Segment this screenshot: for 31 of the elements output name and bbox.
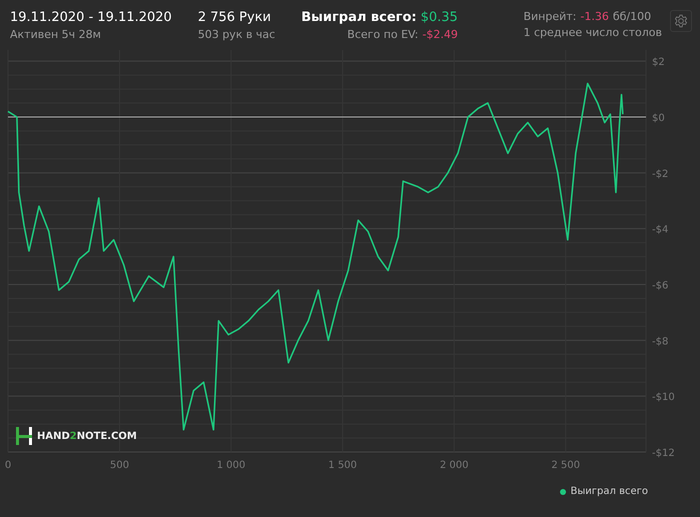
won-value: $0.35 xyxy=(420,10,458,25)
settings-icon xyxy=(674,14,688,28)
won-label: Выиграл всего: xyxy=(301,10,417,25)
average-tables: 1 среднее число столов xyxy=(523,26,662,39)
x-axis-label: 1 000 xyxy=(216,460,246,471)
y-axis-label: $0 xyxy=(652,113,665,124)
x-axis-label: 0 xyxy=(4,460,12,471)
y-axis-label: -$4 xyxy=(652,224,668,236)
ev-value: -$2.49 xyxy=(422,28,458,41)
hands-count: 2 756 Руки xyxy=(198,10,272,25)
y-axis-label: -$8 xyxy=(652,336,668,348)
watermark-text: HAND2NOTE.COM xyxy=(37,430,137,442)
winrate-value: -1.36 xyxy=(580,10,609,23)
y-axis-label: -$10 xyxy=(652,392,675,404)
date-range: 19.11.2020 - 19.11.2020 xyxy=(10,10,172,25)
x-axis-label: 2 000 xyxy=(440,460,468,471)
winrate-unit: бб/100 xyxy=(612,10,652,23)
y-axis-label: -$6 xyxy=(652,280,668,292)
y-axis-label: -$2 xyxy=(652,168,668,180)
x-axis-label: 1 500 xyxy=(328,460,357,471)
legend-label: Выиграл всего xyxy=(570,486,648,497)
y-axis-label: -$12 xyxy=(652,448,675,459)
winrate-label: Винрейт: xyxy=(523,10,576,23)
hands-per-hour: 503 рук в час xyxy=(198,28,276,41)
y-axis-label: $2 xyxy=(652,57,665,68)
x-axis-label: 2 500 xyxy=(551,460,580,471)
active-time: Активен 5ч 28м xyxy=(10,28,102,41)
ev-label: Всего по EV: xyxy=(347,28,418,41)
h-logo-icon xyxy=(15,426,33,446)
x-axis-label: 500 xyxy=(110,460,130,471)
settings-button[interactable] xyxy=(670,10,692,32)
